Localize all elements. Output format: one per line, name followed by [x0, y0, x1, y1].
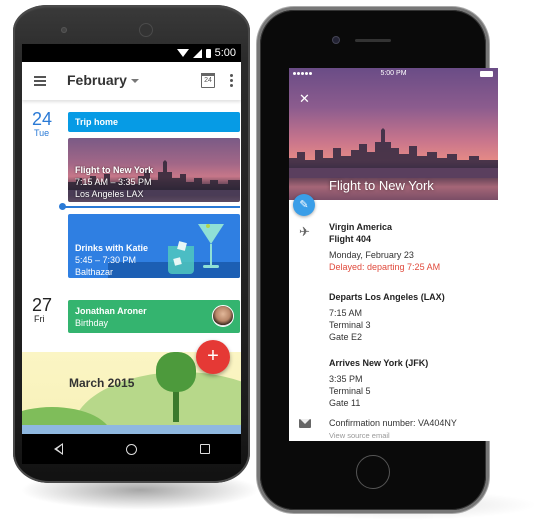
close-icon[interactable]: ✕	[299, 92, 310, 105]
departs-heading: Departs Los Angeles (LAX)	[329, 292, 445, 302]
current-time-line	[62, 206, 240, 208]
event-title: Flight to New York	[329, 178, 434, 193]
departs-terminal: Terminal 3	[329, 320, 371, 330]
battery-icon	[480, 71, 493, 77]
home-button[interactable]	[356, 455, 390, 489]
confirmation-number: Confirmation number: VA404NY	[329, 418, 457, 428]
view-source-email-link[interactable]: View source email	[329, 430, 390, 441]
event-flight[interactable]: Flight to New York 7:15 AM – 3:35 PM Los…	[68, 138, 240, 202]
back-icon[interactable]	[53, 443, 63, 455]
status-bar: 5:00 PM	[289, 68, 498, 80]
front-camera	[61, 27, 67, 33]
more-vert-icon[interactable]	[230, 74, 233, 88]
day-name: Tue	[34, 128, 50, 138]
event-birthday[interactable]: Jonathan Aroner Birthday	[68, 300, 240, 333]
iphone-screen: 5:00 PM ✕ Flight to New York ✎ ✈ Virgin …	[289, 68, 498, 441]
tree-illustration	[156, 352, 196, 392]
event-location: Balthazar	[75, 267, 114, 277]
chevron-down-icon	[130, 79, 139, 84]
battery-icon	[205, 48, 211, 58]
event-location: Los Angeles LAX	[75, 189, 144, 199]
home-icon[interactable]	[125, 443, 137, 455]
android-screen: 5:00 February 24 24 Tue Trip home Flight…	[22, 44, 241, 434]
email-icon	[299, 419, 311, 428]
event-time: 5:45 – 7:30 PM	[75, 255, 137, 265]
martini-illustration	[198, 224, 224, 244]
month-title: February	[67, 72, 127, 88]
martini-stem	[210, 244, 212, 266]
edit-button[interactable]: ✎	[293, 194, 315, 216]
app-toolbar: February 24	[22, 62, 241, 100]
current-time-dot	[59, 203, 66, 210]
event-time: 7:15 AM – 3:35 PM	[75, 177, 152, 187]
event-subtitle: Birthday	[75, 318, 109, 328]
month-selector[interactable]: February	[67, 72, 139, 88]
earpiece	[139, 23, 153, 37]
menu-icon[interactable]	[34, 76, 46, 86]
river-illustration	[22, 425, 241, 434]
departs-gate: Gate E2	[329, 332, 363, 342]
glass-illustration	[168, 246, 194, 274]
status-time: 5:00 PM	[380, 70, 407, 77]
flight-status: Delayed: departing 7:25 AM	[329, 262, 441, 272]
android-phone: 5:00 February 24 24 Tue Trip home Flight…	[13, 5, 250, 483]
iphone: 5:00 PM ✕ Flight to New York ✎ ✈ Virgin …	[260, 10, 498, 510]
recents-icon[interactable]	[199, 444, 210, 454]
arrives-heading: Arrives New York (JFK)	[329, 358, 429, 368]
arrives-gate: Gate 11	[329, 398, 361, 408]
avatar	[212, 305, 234, 327]
wifi-icon	[176, 49, 189, 57]
event-title: Flight to New York	[75, 165, 154, 175]
add-event-button[interactable]: +	[196, 340, 230, 374]
status-bar: 5:00	[22, 44, 241, 62]
day-name: Fri	[34, 314, 45, 324]
airline: Virgin America	[329, 222, 393, 232]
arrives-terminal: Terminal 5	[329, 386, 371, 396]
signal-icon	[192, 48, 202, 58]
flight-date: Monday, February 23	[329, 250, 414, 260]
event-title: Jonathan Aroner	[75, 306, 147, 316]
signal-dots-icon	[293, 72, 312, 75]
navigation-bar	[22, 434, 241, 464]
arrives-time: 3:35 PM	[329, 374, 363, 384]
event-title: Drinks with Katie	[75, 243, 149, 253]
skyline-image	[289, 128, 498, 178]
martini-base	[203, 265, 219, 268]
flight-icon: ✈	[299, 224, 310, 239]
event-trip-home[interactable]: Trip home	[68, 112, 240, 132]
departs-time: 7:15 AM	[329, 308, 363, 318]
day-number: 27	[32, 295, 53, 315]
event-drinks[interactable]: Drinks with Katie 5:45 – 7:30 PM Balthaz…	[68, 214, 240, 278]
month-banner-label: March 2015	[69, 376, 135, 390]
event-title: Trip home	[75, 117, 119, 127]
flight-number: Flight 404	[329, 234, 372, 244]
earpiece	[355, 39, 391, 42]
calendar-today-icon[interactable]: 24	[201, 73, 215, 88]
hero-image: 5:00 PM ✕ Flight to New York	[289, 68, 498, 200]
day-number: 24	[32, 109, 53, 129]
front-camera	[333, 37, 339, 43]
status-time: 5:00	[214, 47, 236, 59]
olive-illustration	[206, 224, 210, 228]
